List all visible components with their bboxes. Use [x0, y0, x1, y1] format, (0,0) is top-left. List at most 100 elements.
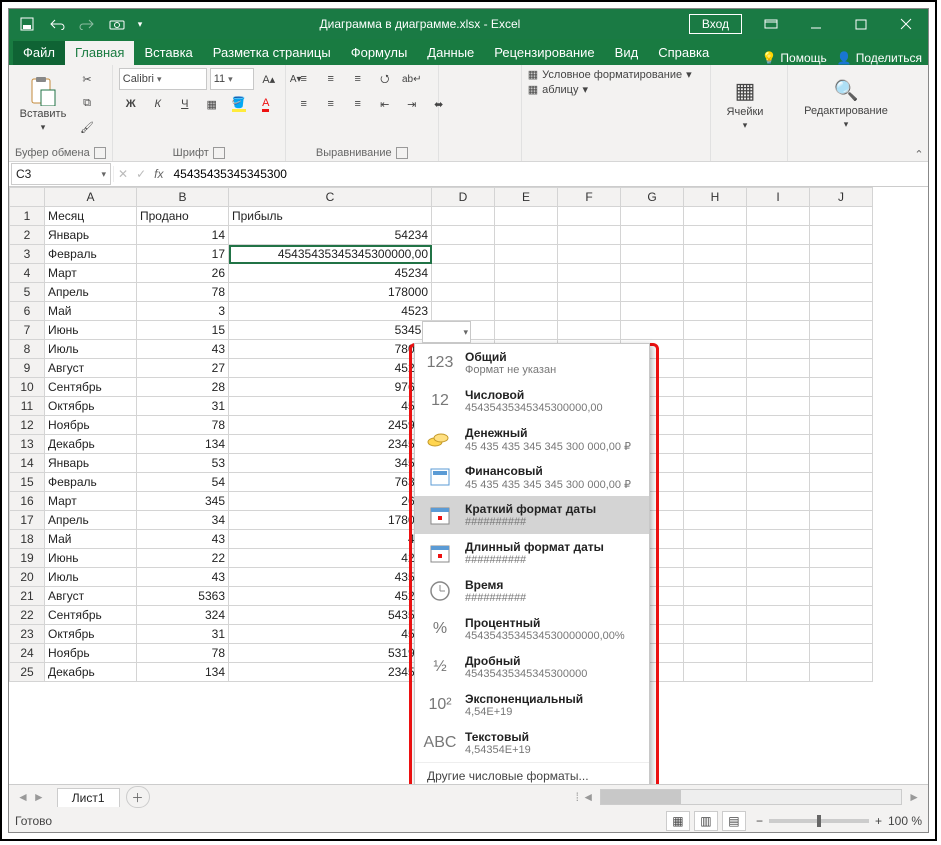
cell-C7[interactable]: 53452 — [229, 321, 432, 340]
row-header-10[interactable]: 10 — [10, 378, 45, 397]
cell-G7[interactable] — [621, 321, 684, 340]
cell-J24[interactable] — [810, 644, 873, 663]
cell-H24[interactable] — [684, 644, 747, 663]
cell-H8[interactable] — [684, 340, 747, 359]
cell-J19[interactable] — [810, 549, 873, 568]
cell-E1[interactable] — [495, 207, 558, 226]
more-number-formats[interactable]: Другие числовые форматы... — [415, 762, 649, 784]
cell-A10[interactable]: Сентябрь — [45, 378, 137, 397]
zoom-out-icon[interactable]: − — [756, 814, 763, 828]
copy-icon[interactable]: ⧉ — [75, 92, 99, 114]
cell-J14[interactable] — [810, 454, 873, 473]
cell-I14[interactable] — [747, 454, 810, 473]
format-as-table[interactable]: ▦аблицу ▾ — [528, 83, 588, 96]
cell-B20[interactable]: 43 — [137, 568, 229, 587]
cell-J5[interactable] — [810, 283, 873, 302]
cell-D5[interactable] — [432, 283, 495, 302]
cell-H9[interactable] — [684, 359, 747, 378]
underline-icon[interactable]: Ч — [173, 93, 197, 115]
tab-formulas[interactable]: Формулы — [341, 41, 418, 65]
cell-I21[interactable] — [747, 587, 810, 606]
cell-C22[interactable]: 543534 — [229, 606, 432, 625]
cell-E7[interactable] — [495, 321, 558, 340]
cell-J21[interactable] — [810, 587, 873, 606]
redo-icon[interactable] — [73, 12, 101, 36]
cell-E6[interactable] — [495, 302, 558, 321]
align-center-icon[interactable]: ≡ — [319, 93, 343, 115]
cell-D4[interactable] — [432, 264, 495, 283]
cell-C20[interactable]: 43543 — [229, 568, 432, 587]
cell-B24[interactable]: 78 — [137, 644, 229, 663]
row-header-7[interactable]: 7 — [10, 321, 45, 340]
horizontal-scrollbar[interactable]: ⁞ ◄ ► — [158, 789, 920, 805]
qat-customize-icon[interactable]: ▾ — [133, 12, 147, 36]
cell-H7[interactable] — [684, 321, 747, 340]
zoom-level[interactable]: 100 % — [888, 814, 922, 828]
cell-H3[interactable] — [684, 245, 747, 264]
tab-page-layout[interactable]: Разметка страницы — [203, 41, 341, 65]
row-header-14[interactable]: 14 — [10, 454, 45, 473]
cell-C18[interactable]: 435 — [229, 530, 432, 549]
cell-I1[interactable] — [747, 207, 810, 226]
italic-icon[interactable]: К — [146, 93, 170, 115]
cell-A12[interactable]: Ноябрь — [45, 416, 137, 435]
ribbon-display-icon[interactable] — [748, 9, 793, 39]
cell-B22[interactable]: 324 — [137, 606, 229, 625]
cell-A23[interactable]: Октябрь — [45, 625, 137, 644]
sheet-nav-prev-icon[interactable]: ◄ — [17, 790, 29, 804]
cell-C17[interactable]: 178000 — [229, 511, 432, 530]
cell-A14[interactable]: Январь — [45, 454, 137, 473]
enter-formula-icon[interactable]: ✓ — [136, 167, 146, 181]
cells-button[interactable]: ▦Ячейки▾ — [717, 68, 773, 140]
cell-F7[interactable] — [558, 321, 621, 340]
conditional-formatting[interactable]: ▦Условное форматирование ▾ — [528, 68, 692, 81]
column-header-E[interactable]: E — [495, 188, 558, 207]
format-painter-icon[interactable]: 🖌 — [75, 116, 99, 138]
row-header-25[interactable]: 25 — [10, 663, 45, 682]
cell-A17[interactable]: Апрель — [45, 511, 137, 530]
cell-B1[interactable]: Продано — [137, 207, 229, 226]
cell-I18[interactable] — [747, 530, 810, 549]
cell-I7[interactable] — [747, 321, 810, 340]
cell-H17[interactable] — [684, 511, 747, 530]
clipboard-launcher[interactable] — [94, 147, 106, 159]
cell-H1[interactable] — [684, 207, 747, 226]
align-middle-icon[interactable]: ≡ — [319, 68, 343, 90]
increase-indent-icon[interactable]: ⇥ — [400, 93, 424, 115]
cell-B14[interactable]: 53 — [137, 454, 229, 473]
font-color-icon[interactable]: A — [254, 93, 278, 115]
cell-I2[interactable] — [747, 226, 810, 245]
cell-A22[interactable]: Сентябрь — [45, 606, 137, 625]
row-header-22[interactable]: 22 — [10, 606, 45, 625]
cell-B21[interactable]: 5363 — [137, 587, 229, 606]
cell-F2[interactable] — [558, 226, 621, 245]
row-header-17[interactable]: 17 — [10, 511, 45, 530]
sheet-nav-next-icon[interactable]: ► — [33, 790, 45, 804]
cell-A16[interactable]: Март — [45, 492, 137, 511]
cell-I15[interactable] — [747, 473, 810, 492]
cell-A5[interactable]: Апрель — [45, 283, 137, 302]
cell-J2[interactable] — [810, 226, 873, 245]
cell-C23[interactable]: 4524 — [229, 625, 432, 644]
cell-I19[interactable] — [747, 549, 810, 568]
cell-A6[interactable]: Май — [45, 302, 137, 321]
row-header-11[interactable]: 11 — [10, 397, 45, 416]
tab-data[interactable]: Данные — [417, 41, 484, 65]
cell-B15[interactable]: 54 — [137, 473, 229, 492]
cancel-formula-icon[interactable]: ✕ — [118, 167, 128, 181]
cell-F1[interactable] — [558, 207, 621, 226]
cell-D1[interactable] — [432, 207, 495, 226]
tab-help[interactable]: Справка — [648, 41, 719, 65]
cell-C15[interactable]: 76345 — [229, 473, 432, 492]
cell-I9[interactable] — [747, 359, 810, 378]
cell-J7[interactable] — [810, 321, 873, 340]
column-header-J[interactable]: J — [810, 188, 873, 207]
editing-button[interactable]: 🔍Редактирование▾ — [794, 68, 898, 140]
cell-I4[interactable] — [747, 264, 810, 283]
column-header-C[interactable]: C — [229, 188, 432, 207]
cell-I20[interactable] — [747, 568, 810, 587]
row-header-13[interactable]: 13 — [10, 435, 45, 454]
cell-G3[interactable] — [621, 245, 684, 264]
cell-C6[interactable]: 4523 — [229, 302, 432, 321]
cell-I3[interactable] — [747, 245, 810, 264]
